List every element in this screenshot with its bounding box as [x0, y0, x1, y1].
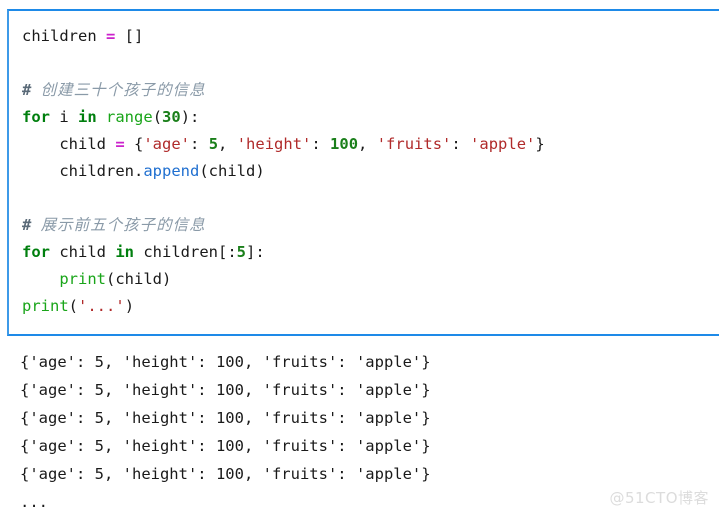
code-token: (child)	[199, 162, 265, 180]
output-block: {'age': 5, 'height': 100, 'fruits': 'app…	[7, 348, 712, 516]
code-token: 30	[162, 108, 181, 126]
code-token: #	[22, 216, 41, 234]
code-token: #	[22, 81, 41, 99]
code-token: =	[115, 135, 125, 153]
code-token: ,	[218, 135, 237, 153]
code-token: child	[22, 135, 116, 153]
code-token: 5	[236, 243, 246, 261]
code-token: children.	[22, 162, 144, 180]
code-line: children = []	[22, 23, 719, 50]
code-token: ]:	[246, 243, 265, 261]
code-line: # 创建三十个孩子的信息	[22, 77, 719, 104]
code-line: child = {'age': 5, 'height': 100, 'fruit…	[22, 131, 719, 158]
code-token: range	[106, 108, 153, 126]
code-line: # 展示前五个孩子的信息	[22, 212, 719, 239]
code-token: (child)	[106, 270, 172, 288]
code-token: :	[311, 135, 331, 153]
code-line: children.append(child)	[22, 158, 719, 185]
code-line: print('...')	[22, 293, 719, 320]
code-comment: # 展示前五个孩子的信息	[22, 216, 206, 234]
code-token: children	[22, 27, 106, 45]
code-token: for	[22, 243, 50, 261]
code-token: print	[22, 297, 69, 315]
code-token: (	[68, 297, 79, 315]
code-line: for i in range(30):	[22, 104, 719, 131]
code-token: 100	[330, 135, 359, 153]
code-token: child	[50, 243, 116, 261]
code-token: 展示前五个孩子的信息	[40, 216, 206, 234]
code-token: 5	[208, 135, 219, 153]
output-line: ...	[20, 493, 48, 511]
code-token: :	[190, 135, 209, 153]
code-token: 创建三十个孩子的信息	[40, 81, 206, 99]
output-line: {'age': 5, 'height': 100, 'fruits': 'app…	[20, 465, 431, 483]
output-line: {'age': 5, 'height': 100, 'fruits': 'app…	[20, 437, 431, 455]
code-token: append	[143, 162, 200, 180]
output-line: {'age': 5, 'height': 100, 'fruits': 'app…	[20, 409, 431, 427]
code-token: 'height'	[236, 135, 312, 153]
code-token: {	[124, 135, 144, 153]
code-token: 'fruits'	[376, 135, 452, 153]
code-token: :	[451, 135, 471, 153]
code-token: i	[50, 108, 78, 126]
code-token: '...'	[78, 297, 125, 315]
code-token: []	[115, 27, 144, 45]
code-token: }	[535, 135, 545, 153]
output-line: {'age': 5, 'height': 100, 'fruits': 'app…	[20, 353, 431, 371]
code-token: 'apple'	[470, 135, 536, 153]
watermark: @51CTO博客	[609, 489, 709, 507]
code-token: ):	[180, 108, 200, 126]
code-token: in	[115, 243, 134, 261]
code-token: ,	[358, 135, 377, 153]
code-token: children[:	[134, 243, 237, 261]
output-line: {'age': 5, 'height': 100, 'fruits': 'app…	[20, 381, 431, 399]
code-token: for	[22, 108, 50, 126]
code-comment: # 创建三十个孩子的信息	[22, 81, 206, 99]
code-token: 'age'	[143, 135, 191, 153]
code-token: =	[106, 27, 116, 45]
code-line: print(child)	[22, 266, 719, 293]
code-line: for child in children[:5]:	[22, 239, 719, 266]
code-token: print	[59, 270, 106, 288]
code-token: )	[124, 297, 135, 315]
code-block: children = [] # 创建三十个孩子的信息 for i in range…	[7, 9, 719, 336]
code-token: in	[78, 108, 97, 126]
code-token: (	[152, 108, 163, 126]
